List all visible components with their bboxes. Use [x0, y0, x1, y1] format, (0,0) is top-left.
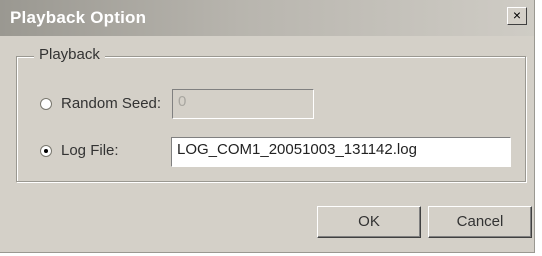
cancel-button[interactable]: Cancel	[428, 206, 532, 238]
window-title: Playback Option	[10, 8, 147, 27]
log-file-input[interactable]: LOG_COM1_20051003_131142.log	[171, 137, 511, 167]
random-seed-label: Random Seed:	[61, 95, 162, 112]
close-button[interactable]: ×	[507, 7, 527, 25]
random-seed-input: 0	[172, 89, 314, 119]
radio-button-icon	[40, 145, 52, 157]
title-bar[interactable]: Playback Option ×	[0, 0, 534, 36]
ok-button[interactable]: OK	[317, 206, 421, 238]
radio-selected-dot	[44, 149, 48, 153]
playback-group-label: Playback	[34, 46, 105, 63]
log-file-label: Log File:	[61, 142, 119, 159]
radio-button-icon	[40, 98, 52, 110]
playback-option-dialog: Playback Option × Playback Random Seed: …	[0, 0, 535, 253]
close-icon: ×	[512, 7, 522, 23]
